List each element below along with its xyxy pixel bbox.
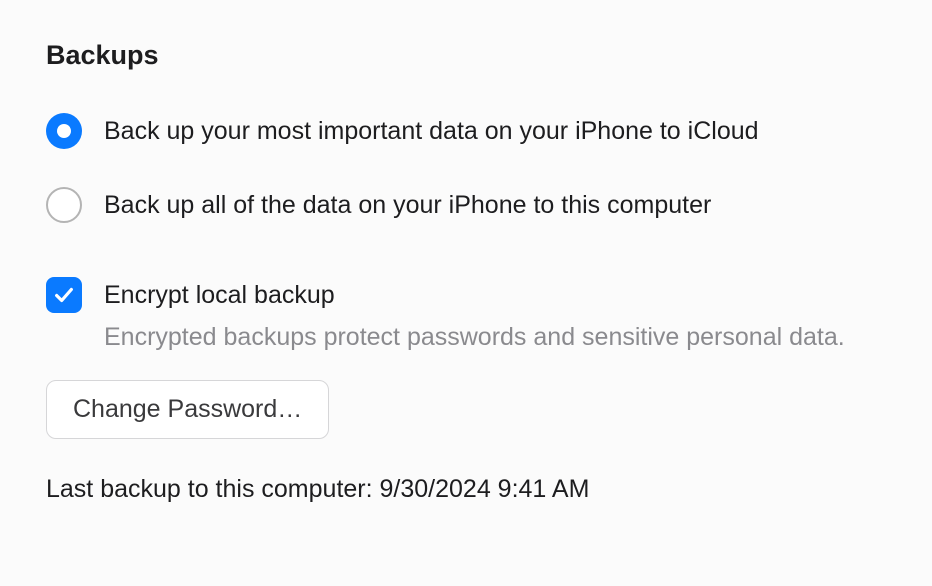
encrypt-label: Encrypt local backup [104,277,845,313]
backups-panel: Backups Back up your most important data… [0,0,932,544]
backup-option-local-label: Back up all of the data on your iPhone t… [104,191,711,220]
change-password-button[interactable]: Change Password… [46,380,329,439]
backup-option-local[interactable]: Back up all of the data on your iPhone t… [46,187,886,223]
radio-selected-icon [46,113,82,149]
radio-unselected-icon [46,187,82,223]
backup-option-icloud-label: Back up your most important data on your… [104,117,759,146]
checkmark-icon [53,284,75,306]
backup-option-icloud[interactable]: Back up your most important data on your… [46,113,886,149]
encrypt-checkbox[interactable] [46,277,82,313]
encrypt-description: Encrypted backups protect passwords and … [104,323,845,352]
last-backup-text: Last backup to this computer: 9/30/2024 … [46,475,886,504]
section-title: Backups [46,40,886,71]
encrypt-content: Encrypt local backup Encrypted backups p… [104,277,845,352]
encrypt-local-backup-row: Encrypt local backup Encrypted backups p… [46,277,886,352]
